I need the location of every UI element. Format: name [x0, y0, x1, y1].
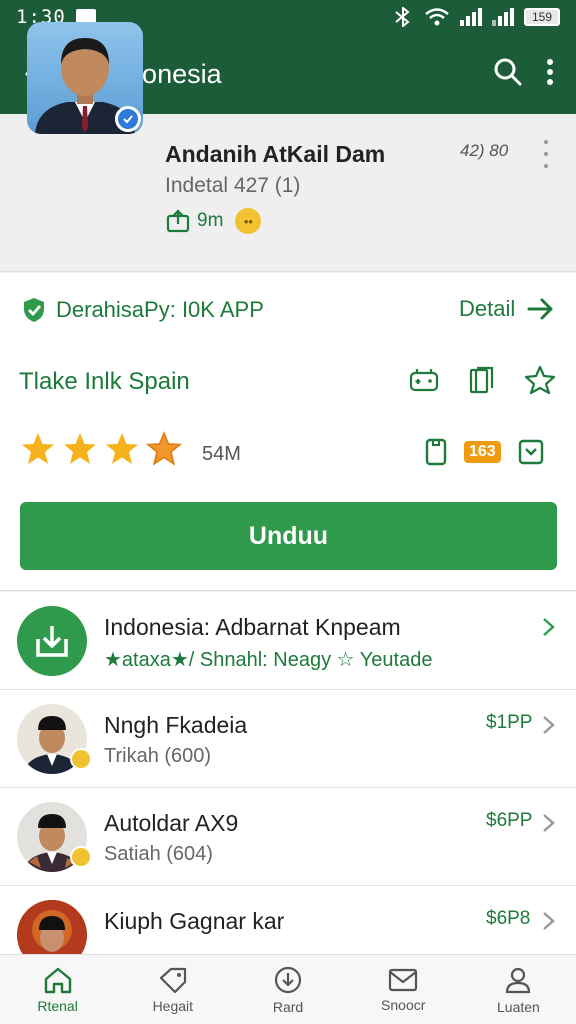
chevron-right-icon	[543, 716, 555, 734]
list-item-sub: Satiah (604)	[104, 843, 213, 865]
verified-badge-icon	[115, 106, 141, 132]
coin-icon	[70, 748, 92, 770]
list-item-sub: ★ataxa★/ Shnahl: Neagy ☆ Yeutade	[104, 649, 433, 671]
nav-home-label: Rtenal	[37, 997, 78, 1014]
wifi-icon	[425, 8, 449, 26]
nav-mail[interactable]: Snoocr	[346, 955, 461, 1024]
list-item[interactable]: Autoldar AX9 Satiah (604) $6PP	[0, 788, 576, 886]
phone-icon[interactable]	[424, 438, 448, 466]
search-icon	[494, 58, 522, 85]
tagline: Tlake Inlk Spain	[19, 368, 190, 395]
arrow-right-icon	[527, 298, 553, 320]
nav-download[interactable]: Rard	[230, 955, 345, 1024]
signal-icon-2	[491, 8, 514, 26]
list-item-price: $1PP	[486, 712, 533, 733]
search-button[interactable]	[492, 56, 524, 93]
bluetooth-icon	[395, 7, 410, 27]
app-meta: 9m ••	[165, 208, 262, 234]
list-item[interactable]: Nngh Fkadeia Trikah (600) $1PP	[0, 690, 576, 788]
info-icons: 163	[424, 438, 545, 466]
gamepad-icon[interactable]	[408, 364, 440, 396]
list-item-name: Indonesia: Adbarnat Knpeam	[104, 614, 401, 640]
app-meta-text: 9m	[197, 210, 224, 231]
checkbox-icon[interactable]	[517, 438, 545, 466]
list-item[interactable]: Indonesia: Adbarnat Knpeam ★ataxa★/ Shna…	[0, 592, 576, 690]
more-button[interactable]	[544, 57, 556, 92]
share-icon	[166, 209, 190, 233]
app-count: 42) 80	[460, 141, 509, 160]
coin-icon	[70, 846, 92, 868]
signal-icon	[459, 8, 482, 26]
book-icon[interactable]	[466, 364, 498, 396]
nav-download-label: Rard	[272, 998, 304, 1015]
nav-profile[interactable]: Luaten	[461, 955, 576, 1024]
download-circle-icon	[274, 966, 302, 993]
user-icon	[506, 967, 531, 993]
nav-profile-label: Luaten	[497, 998, 540, 1015]
star-outline-icon[interactable]	[524, 364, 556, 396]
star-icon	[146, 431, 182, 466]
content-rating-badge: 163	[464, 441, 501, 463]
download-count: 54M	[202, 443, 241, 465]
chevron-right-icon	[543, 912, 555, 930]
download-icon	[17, 606, 87, 676]
verified-label: DerahisaPy: I0K APP	[56, 297, 264, 322]
list-item-name: Nngh Fkadeia	[104, 712, 248, 738]
mail-icon	[389, 968, 418, 991]
bottom-navigation: Rtenal Hegait Rard Snoocr Luaten	[0, 954, 576, 1024]
nav-mail-label: Snoocr	[381, 996, 426, 1013]
chevron-right-icon	[543, 618, 555, 636]
app-name: Andanih AtKail Dam	[165, 141, 386, 167]
more-vertical-icon	[547, 58, 553, 85]
app-subtitle: Indetal 427 (1)	[165, 174, 301, 197]
nav-home[interactable]: Rtenal	[0, 955, 115, 1024]
tag-icon	[159, 967, 186, 993]
list-item-sub: Trikah (600)	[104, 745, 212, 767]
list-item-price: $6P8	[486, 908, 531, 929]
list-item[interactable]: Kiuph Gagnar kar $6P8	[0, 886, 576, 954]
list-item-name: Autoldar AX9	[104, 810, 239, 836]
detail-label: Detail	[459, 296, 516, 321]
star-icon	[106, 433, 138, 464]
list-item-name: Kiuph Gagnar kar	[104, 908, 285, 934]
nav-tag-label: Hegait	[152, 997, 194, 1014]
related-list: Indonesia: Adbarnat Knpeam ★ataxa★/ Shna…	[0, 592, 576, 954]
rating-stars	[20, 431, 182, 467]
star-icon	[64, 433, 96, 464]
home-icon	[44, 967, 71, 993]
star-icon	[22, 433, 54, 464]
chevron-right-icon	[543, 814, 555, 832]
list-item-price: $6PP	[486, 810, 533, 831]
battery-indicator: 159	[523, 8, 560, 26]
tag-icons	[408, 364, 556, 396]
app-icon[interactable]	[27, 22, 143, 134]
avatar	[17, 900, 87, 954]
nav-tag[interactable]: Hegait	[115, 955, 230, 1024]
check-shield-icon	[24, 298, 44, 322]
emoji-icon: ••	[235, 208, 262, 234]
app-card-menu-button[interactable]	[538, 140, 554, 168]
detail-link[interactable]: Detail	[459, 296, 555, 322]
install-button[interactable]: Unduu	[20, 502, 557, 570]
verified-row: DerahisaPy: I0K APP	[20, 296, 264, 324]
